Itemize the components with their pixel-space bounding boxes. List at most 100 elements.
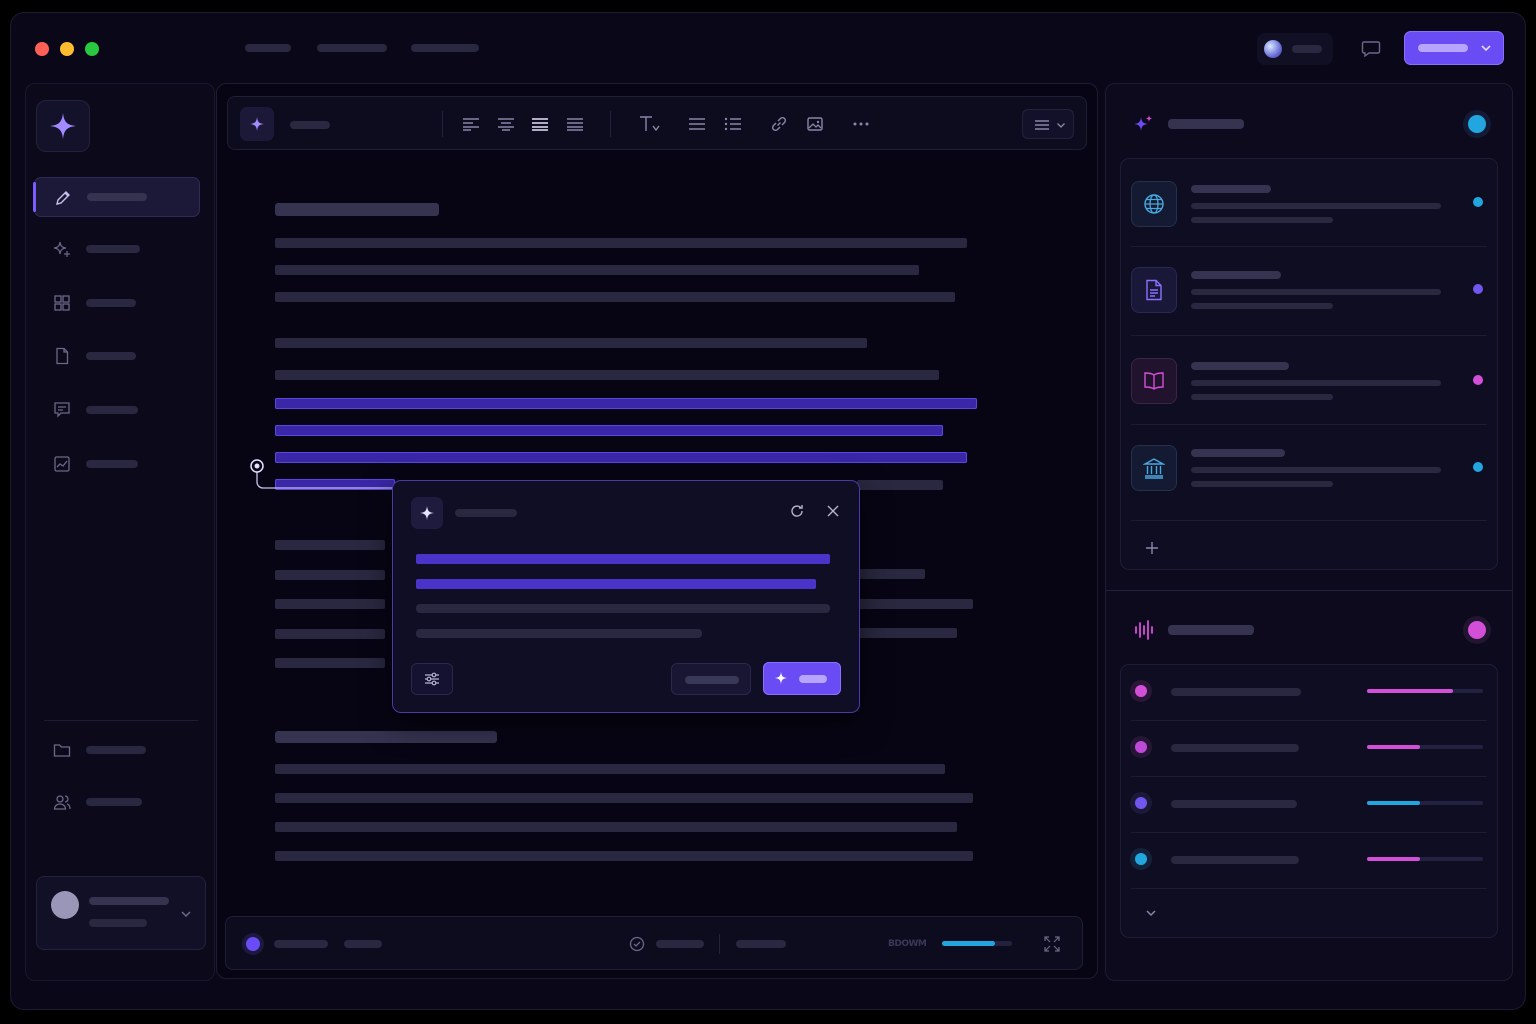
sidebar-item-chat[interactable]: [34, 390, 200, 430]
primary-action-button[interactable]: [1404, 31, 1504, 65]
top-menu-item-3[interactable]: [411, 44, 479, 52]
source-title: [1191, 362, 1289, 370]
window-close-button[interactable]: [35, 42, 49, 56]
zoom-fill: [942, 941, 995, 946]
align-right-icon[interactable]: [564, 114, 586, 134]
doc-line: [275, 851, 973, 861]
window-maximize-button[interactable]: [85, 42, 99, 56]
signal-item[interactable]: [1121, 833, 1497, 889]
doc-line: [857, 569, 925, 579]
popup-apply-label: [799, 675, 827, 683]
source-item[interactable]: [1121, 336, 1497, 425]
source-item[interactable]: [1121, 247, 1497, 336]
close-icon[interactable]: [823, 501, 843, 521]
model-selector[interactable]: [1257, 33, 1333, 65]
doc-line: [275, 540, 385, 550]
doc-line: [857, 628, 957, 638]
app-window: BDOWM: [10, 12, 1526, 1010]
status-label: [736, 940, 786, 948]
doc-line: [857, 599, 973, 609]
primary-action-label: [1418, 44, 1468, 52]
text-format-icon[interactable]: [638, 113, 662, 135]
bank-icon: [1132, 446, 1176, 490]
zoom-track[interactable]: [942, 941, 1012, 946]
chevron-down-icon[interactable]: [1143, 905, 1159, 921]
divider: [1131, 888, 1487, 889]
expand-icon[interactable]: [1042, 934, 1062, 954]
top-menu-item-1[interactable]: [245, 44, 291, 52]
signal-level-fill: [1367, 689, 1453, 693]
active-indicator: [33, 182, 36, 212]
sparkle-logo-icon: [37, 101, 89, 151]
user-profile[interactable]: [36, 876, 206, 950]
add-source-icon[interactable]: [1141, 537, 1163, 559]
popup-suggestion-line: [416, 579, 816, 589]
signal-item[interactable]: [1121, 777, 1497, 833]
signal-item[interactable]: [1121, 665, 1497, 721]
doc-line: [275, 599, 385, 609]
signal-level-track: [1367, 857, 1483, 861]
link-icon[interactable]: [768, 113, 790, 135]
align-left-icon[interactable]: [460, 114, 482, 134]
editor-panel: BDOWM: [216, 83, 1098, 979]
top-menu-item-2[interactable]: [317, 44, 387, 52]
signals-list: [1120, 664, 1498, 938]
sparkles-icon: [1132, 112, 1156, 136]
source-icon-box: [1131, 358, 1177, 404]
document-title: [290, 121, 330, 129]
popup-suggestion-line: [416, 554, 830, 564]
bullet-list-icon[interactable]: [722, 114, 744, 134]
source-item[interactable]: [1121, 425, 1497, 521]
sidebar-item-documents[interactable]: [34, 336, 200, 376]
sidebar-item-label: [86, 798, 142, 806]
popup-title: [455, 509, 517, 517]
pencil-icon: [53, 188, 73, 208]
panel-divider: [1106, 590, 1512, 591]
editor-toolbar: [227, 96, 1087, 150]
signal-level-track: [1367, 689, 1483, 693]
sidebar-item-editor[interactable]: [33, 177, 200, 217]
view-options-button[interactable]: [1022, 109, 1074, 139]
doc-line-selected[interactable]: [275, 425, 943, 436]
popup-apply-button[interactable]: [763, 662, 841, 695]
sidebar-item-team[interactable]: [34, 782, 200, 822]
sources-title: [1168, 119, 1244, 129]
toolbar-divider: [442, 111, 443, 137]
refresh-icon[interactable]: [787, 501, 807, 521]
editor-status-bar: BDOWM: [225, 916, 1083, 970]
signals-title: [1168, 625, 1254, 635]
sidebar-item-analytics[interactable]: [34, 444, 200, 484]
signal-item[interactable]: [1121, 721, 1497, 777]
source-title: [1191, 271, 1281, 279]
popup-settings-button[interactable]: [411, 663, 453, 695]
waveform-icon: [1132, 618, 1156, 642]
popup-secondary-button[interactable]: [671, 663, 751, 695]
user-name: [89, 897, 169, 905]
folder-icon: [52, 740, 72, 760]
sidebar-item-folders[interactable]: [34, 730, 200, 770]
signal-label: [1171, 744, 1299, 752]
app-logo[interactable]: [36, 100, 90, 152]
chat-icon[interactable]: [1359, 39, 1383, 59]
align-justify-icon[interactable]: [529, 114, 551, 134]
align-center-icon[interactable]: [495, 114, 517, 134]
zoom-label: BDOWM: [888, 939, 927, 949]
source-line: [1191, 289, 1441, 295]
status-label: [274, 940, 328, 948]
sidebar-item-label: [86, 352, 136, 360]
window-minimize-button[interactable]: [60, 42, 74, 56]
sidebar-item-grid[interactable]: [34, 283, 200, 323]
doc-line-selected[interactable]: [275, 398, 977, 409]
more-icon[interactable]: [850, 113, 872, 135]
sidebar-item-ai[interactable]: [34, 229, 200, 269]
grid-icon: [52, 293, 72, 313]
sources-status-dot: [1468, 115, 1486, 133]
image-icon[interactable]: [804, 113, 826, 135]
ai-assist-button[interactable]: [240, 107, 274, 141]
popup-text-line: [416, 629, 702, 638]
user-role: [89, 919, 147, 927]
document-icon: [1132, 268, 1176, 312]
list-icon[interactable]: [686, 114, 708, 134]
doc-line: [275, 822, 957, 832]
source-item[interactable]: [1121, 159, 1497, 247]
